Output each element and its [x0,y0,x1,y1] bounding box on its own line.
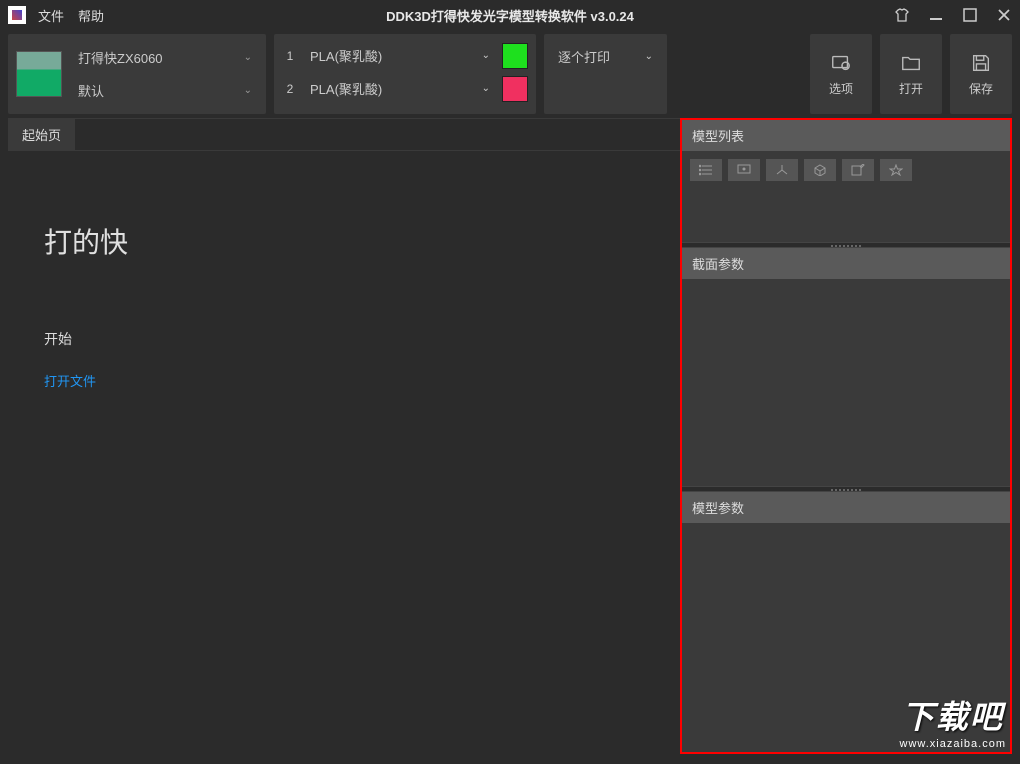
right-pane: 模型列表 截面参数 模型参数 [680,118,1012,754]
minimize-icon[interactable] [928,7,944,23]
model-list-toolbar [682,151,1010,189]
materials-panel: 1 PLA(聚乳酸) ⌄ 2 PLA(聚乳酸) ⌄ [274,34,536,114]
chevron-down-icon: ⌄ [244,85,252,96]
start-page: 打的快 开始 打开文件 [8,151,680,460]
app-title: DDK3D打得快发光字模型转换软件 v3.0.24 [386,6,634,25]
start-heading: 开始 [44,329,644,349]
cube-icon[interactable] [804,159,836,181]
open-button[interactable]: 打开 [880,34,942,114]
folder-icon [900,52,922,74]
gear-icon [830,52,852,74]
print-mode-label: 逐个打印 [558,47,610,66]
axis-icon[interactable] [766,159,798,181]
material-row-1: 1 PLA(聚乳酸) ⌄ [282,42,528,69]
material-select-1[interactable]: PLA(聚乳酸) ⌄ [304,42,496,69]
save-icon [970,52,992,74]
titlebar: 文件 帮助 DDK3D打得快发光字模型转换软件 v3.0.24 [0,0,1020,30]
screen-icon[interactable] [728,159,760,181]
material-swatch-2[interactable] [502,76,528,102]
model-params-header: 模型参数 [682,492,1010,523]
window-controls [894,7,1012,23]
menubar: 文件 帮助 [38,6,104,25]
printer-thumbnail [16,51,62,97]
printer-profile-label: 默认 [78,81,104,100]
open-label: 打开 [899,80,923,97]
print-mode-select[interactable]: 逐个打印 ⌄ [552,42,659,70]
material-swatch-1[interactable] [502,43,528,69]
model-list-body [682,189,1010,242]
open-file-link[interactable]: 打开文件 [44,371,644,390]
options-label: 选项 [829,80,853,97]
material-index: 1 [282,49,298,63]
printer-panel: 打得快ZX6060 ⌄ 默认 ⌄ [8,34,266,114]
resize-grip[interactable] [682,486,1010,492]
chevron-down-icon: ⌄ [482,50,490,61]
model-list-section: 模型列表 [682,120,1010,242]
material-name: PLA(聚乳酸) [310,46,382,65]
print-mode-panel: 逐个打印 ⌄ [544,34,667,114]
tab-start[interactable]: 起始页 [8,119,75,150]
model-params-body [682,523,1010,752]
brand-title: 打的快 [44,221,644,261]
menu-file[interactable]: 文件 [38,6,64,25]
save-label: 保存 [969,80,993,97]
printer-model-select[interactable]: 打得快ZX6060 ⌄ [72,44,258,71]
section-params-header: 截面参数 [682,248,1010,279]
star-icon[interactable] [880,159,912,181]
printer-profile-select[interactable]: 默认 ⌄ [72,77,258,104]
save-button[interactable]: 保存 [950,34,1012,114]
resize-grip[interactable] [682,242,1010,248]
model-list-header: 模型列表 [682,120,1010,151]
edit-icon[interactable] [842,159,874,181]
model-params-section: 模型参数 [682,492,1010,752]
material-select-2[interactable]: PLA(聚乳酸) ⌄ [304,75,496,102]
options-button[interactable]: 选项 [810,34,872,114]
chevron-down-icon: ⌄ [244,52,252,63]
tabstrip: 起始页 [8,119,680,151]
material-index: 2 [282,82,298,96]
material-row-2: 2 PLA(聚乳酸) ⌄ [282,75,528,102]
section-params-section: 截面参数 [682,248,1010,486]
chevron-down-icon: ⌄ [645,51,653,62]
maximize-icon[interactable] [962,7,978,23]
chevron-down-icon: ⌄ [482,83,490,94]
tshirt-icon[interactable] [894,7,910,23]
printer-model-label: 打得快ZX6060 [78,48,163,67]
list-icon[interactable] [690,159,722,181]
menu-help[interactable]: 帮助 [78,6,104,25]
close-icon[interactable] [996,7,1012,23]
material-name: PLA(聚乳酸) [310,79,382,98]
app-icon [8,6,26,24]
main-area: 起始页 打的快 开始 打开文件 模型列表 截面参数 [8,118,1012,754]
left-pane: 起始页 打的快 开始 打开文件 [8,118,680,754]
section-params-body [682,279,1010,486]
toolbar: 打得快ZX6060 ⌄ 默认 ⌄ 1 PLA(聚乳酸) ⌄ 2 PLA(聚乳酸)… [8,34,1012,114]
